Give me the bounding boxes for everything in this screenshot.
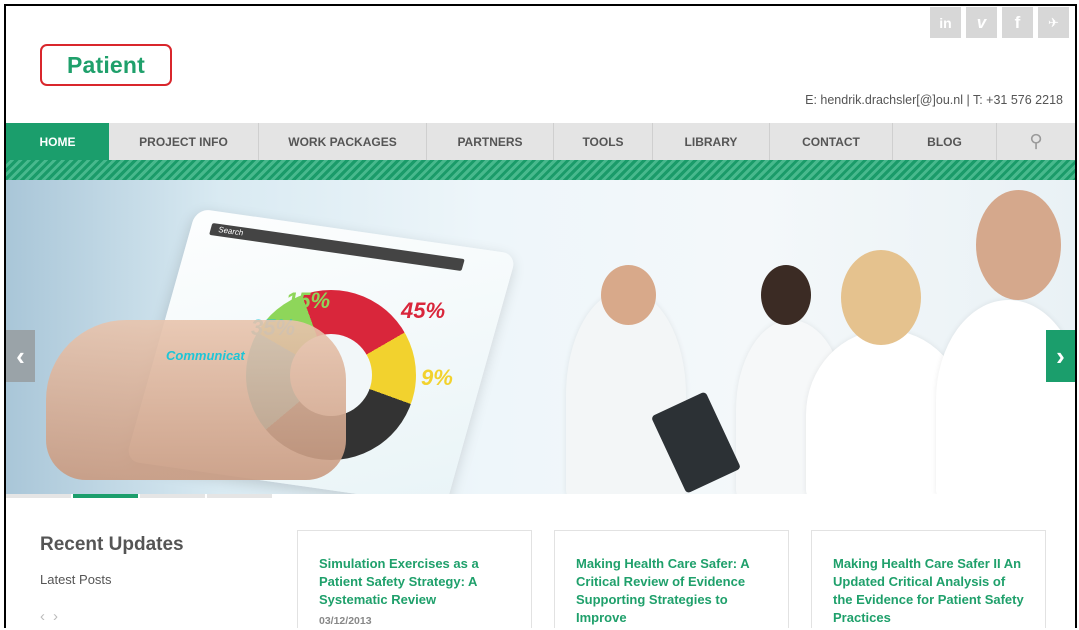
social-links: in v f ✈ xyxy=(930,7,1069,38)
chevron-left-icon[interactable]: ‹ xyxy=(40,608,53,625)
slider-dot[interactable] xyxy=(6,494,71,498)
nav-stripe xyxy=(6,160,1075,180)
chevron-right-icon[interactable]: › xyxy=(53,608,66,625)
post-title[interactable]: Simulation Exercises as a Patient Safety… xyxy=(319,555,511,609)
slider-pagination xyxy=(6,494,272,498)
recent-updates-title: Recent Updates xyxy=(40,534,184,555)
contact-info: E: hendrik.drachsler[@]ou.nl | T: +31 57… xyxy=(805,93,1063,107)
page-frame: in v f ✈ Patient E: hendrik.drachsler[@]… xyxy=(4,4,1077,628)
main-nav: HOME PROJECT INFO WORK PACKAGES PARTNERS… xyxy=(6,123,1075,160)
chart-label: 45% xyxy=(401,298,446,323)
hand-image xyxy=(46,320,346,480)
chart-label: 15% xyxy=(286,288,331,313)
post-card[interactable]: Simulation Exercises as a Patient Safety… xyxy=(297,530,532,628)
post-title[interactable]: Making Health Care Safer II An Updated C… xyxy=(833,555,1025,627)
post-title[interactable]: Making Health Care Safer: A Critical Rev… xyxy=(576,555,768,627)
nav-tools[interactable]: TOOLS xyxy=(554,123,653,160)
hero-slider: Search 15% 35% 45% 9% Communicat ‹ › xyxy=(6,180,1075,494)
nav-partners[interactable]: PARTNERS xyxy=(427,123,554,160)
tablet-search-bar: Search xyxy=(209,222,465,272)
slider-prev-button[interactable]: ‹ xyxy=(6,330,35,382)
tablet-text: Communicat xyxy=(166,348,245,363)
posts-pager: ‹› xyxy=(40,608,66,625)
doctor-head xyxy=(841,250,921,345)
nav-work-packages[interactable]: WORK PACKAGES xyxy=(259,123,427,160)
twitter-icon[interactable]: ✈ xyxy=(1038,7,1069,38)
facebook-icon[interactable]: f xyxy=(1002,7,1033,38)
slider-dot[interactable] xyxy=(207,494,272,498)
doctor-head xyxy=(601,265,656,325)
chart-label: 9% xyxy=(421,365,453,390)
doctor-head xyxy=(976,190,1061,300)
doctor-head xyxy=(761,265,811,325)
slider-dot[interactable] xyxy=(140,494,205,498)
post-card[interactable]: Making Health Care Safer II An Updated C… xyxy=(811,530,1046,628)
vimeo-icon[interactable]: v xyxy=(966,7,997,38)
post-date: 03/12/2013 xyxy=(319,615,372,627)
slider-next-button[interactable]: › xyxy=(1046,330,1075,382)
post-card[interactable]: Making Health Care Safer: A Critical Rev… xyxy=(554,530,789,628)
nav-home[interactable]: HOME xyxy=(6,123,109,160)
slider-dot-active[interactable] xyxy=(73,494,138,498)
nav-blog[interactable]: BLOG xyxy=(893,123,997,160)
nav-contact[interactable]: CONTACT xyxy=(770,123,893,160)
search-icon[interactable]: ⚲ xyxy=(997,123,1075,160)
latest-posts-label: Latest Posts xyxy=(40,572,112,587)
nav-library[interactable]: LIBRARY xyxy=(653,123,770,160)
site-logo[interactable]: Patient xyxy=(40,44,172,86)
linkedin-icon[interactable]: in xyxy=(930,7,961,38)
nav-project-info[interactable]: PROJECT INFO xyxy=(109,123,259,160)
